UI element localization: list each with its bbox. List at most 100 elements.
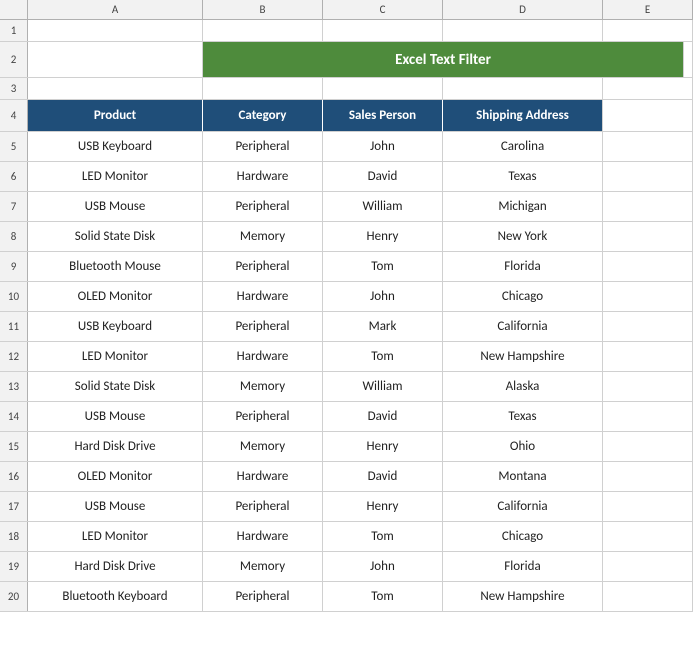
row-16-product[interactable]: OLED Monitor — [28, 462, 203, 491]
row-19-category[interactable]: Memory — [203, 552, 323, 581]
row-15-salesperson[interactable]: Henry — [323, 432, 443, 461]
row-17-salesperson[interactable]: Henry — [323, 492, 443, 521]
col-f-header[interactable]: E — [603, 0, 693, 19]
row-6-product[interactable]: LED Monitor — [28, 162, 203, 191]
row-18-extra[interactable] — [603, 522, 693, 551]
row-3-d[interactable] — [323, 78, 443, 99]
row-7-salesperson[interactable]: William — [323, 192, 443, 221]
row-5-product[interactable]: USB Keyboard — [28, 132, 203, 161]
row-13-extra[interactable] — [603, 372, 693, 401]
row-17-extra[interactable] — [603, 492, 693, 521]
row-5-extra[interactable] — [603, 132, 693, 161]
row-14-product[interactable]: USB Mouse — [28, 402, 203, 431]
row-8-shipping[interactable]: New York — [443, 222, 603, 251]
row-15-category[interactable]: Memory — [203, 432, 323, 461]
title-cell[interactable]: Excel Text Filter — [203, 42, 684, 77]
row-19-product[interactable]: Hard Disk Drive — [28, 552, 203, 581]
row-13-shipping[interactable]: Alaska — [443, 372, 603, 401]
header-salesperson[interactable]: Sales Person — [323, 100, 443, 131]
row-7-shipping[interactable]: Michigan — [443, 192, 603, 221]
row-10-category[interactable]: Hardware — [203, 282, 323, 311]
row-9-extra[interactable] — [603, 252, 693, 281]
row-18-product[interactable]: LED Monitor — [28, 522, 203, 551]
row-13-product[interactable]: Solid State Disk — [28, 372, 203, 401]
col-e-header[interactable]: D — [443, 0, 603, 19]
row-12-category[interactable]: Hardware — [203, 342, 323, 371]
header-category[interactable]: Category — [203, 100, 323, 131]
row-18-salesperson[interactable]: Tom — [323, 522, 443, 551]
header-product[interactable]: Product — [28, 100, 203, 131]
row-20-product[interactable]: Bluetooth Keyboard — [28, 582, 203, 611]
row-1-c[interactable] — [203, 20, 323, 41]
row-11-extra[interactable] — [603, 312, 693, 341]
row-9-product[interactable]: Bluetooth Mouse — [28, 252, 203, 281]
row-17-category[interactable]: Peripheral — [203, 492, 323, 521]
row-5-salesperson[interactable]: John — [323, 132, 443, 161]
header-shipping[interactable]: Shipping Address — [443, 100, 603, 131]
row-10-shipping[interactable]: Chicago — [443, 282, 603, 311]
row-4-f[interactable] — [603, 100, 693, 131]
row-9-salesperson[interactable]: Tom — [323, 252, 443, 281]
row-10-extra[interactable] — [603, 282, 693, 311]
row-8-extra[interactable] — [603, 222, 693, 251]
row-8-salesperson[interactable]: Henry — [323, 222, 443, 251]
row-14-salesperson[interactable]: David — [323, 402, 443, 431]
row-20-category[interactable]: Peripheral — [203, 582, 323, 611]
row-17-product[interactable]: USB Mouse — [28, 492, 203, 521]
col-b-header[interactable]: A — [28, 0, 203, 19]
col-d-header[interactable]: C — [323, 0, 443, 19]
row-12-salesperson[interactable]: Tom — [323, 342, 443, 371]
row-6-shipping[interactable]: Texas — [443, 162, 603, 191]
row-8-product[interactable]: Solid State Disk — [28, 222, 203, 251]
row-18-category[interactable]: Hardware — [203, 522, 323, 551]
row-7-category[interactable]: Peripheral — [203, 192, 323, 221]
row-14-extra[interactable] — [603, 402, 693, 431]
row-11-salesperson[interactable]: Mark — [323, 312, 443, 341]
row-13-category[interactable]: Memory — [203, 372, 323, 401]
row-15-shipping[interactable]: Ohio — [443, 432, 603, 461]
row-5-shipping[interactable]: Carolina — [443, 132, 603, 161]
row-11-shipping[interactable]: California — [443, 312, 603, 341]
row-20-salesperson[interactable]: Tom — [323, 582, 443, 611]
row-17-shipping[interactable]: California — [443, 492, 603, 521]
col-c-header[interactable]: B — [203, 0, 323, 19]
row-16-extra[interactable] — [603, 462, 693, 491]
row-6-extra[interactable] — [603, 162, 693, 191]
row-6-category[interactable]: Hardware — [203, 162, 323, 191]
row-1-d[interactable] — [323, 20, 443, 41]
row-15-extra[interactable] — [603, 432, 693, 461]
row-12-extra[interactable] — [603, 342, 693, 371]
row-11-product[interactable]: USB Keyboard — [28, 312, 203, 341]
row-16-shipping[interactable]: Montana — [443, 462, 603, 491]
row-14-shipping[interactable]: Texas — [443, 402, 603, 431]
row-2-a[interactable] — [28, 42, 203, 77]
row-19-shipping[interactable]: Florida — [443, 552, 603, 581]
row-8-category[interactable]: Memory — [203, 222, 323, 251]
row-20-extra[interactable] — [603, 582, 693, 611]
row-11-category[interactable]: Peripheral — [203, 312, 323, 341]
row-18-shipping[interactable]: Chicago — [443, 522, 603, 551]
row-7-product[interactable]: USB Mouse — [28, 192, 203, 221]
row-19-extra[interactable] — [603, 552, 693, 581]
row-10-salesperson[interactable]: John — [323, 282, 443, 311]
row-7-extra[interactable] — [603, 192, 693, 221]
row-6-salesperson[interactable]: David — [323, 162, 443, 191]
row-3-f[interactable] — [603, 78, 693, 99]
row-2-f[interactable] — [684, 42, 693, 77]
row-16-salesperson[interactable]: David — [323, 462, 443, 491]
row-3-b[interactable] — [28, 78, 203, 99]
row-3-e[interactable] — [443, 78, 603, 99]
row-9-category[interactable]: Peripheral — [203, 252, 323, 281]
row-5-category[interactable]: Peripheral — [203, 132, 323, 161]
row-15-product[interactable]: Hard Disk Drive — [28, 432, 203, 461]
row-10-product[interactable]: OLED Monitor — [28, 282, 203, 311]
row-13-salesperson[interactable]: William — [323, 372, 443, 401]
row-16-category[interactable]: Hardware — [203, 462, 323, 491]
row-14-category[interactable]: Peripheral — [203, 402, 323, 431]
row-12-product[interactable]: LED Monitor — [28, 342, 203, 371]
row-9-shipping[interactable]: Florida — [443, 252, 603, 281]
row-12-shipping[interactable]: New Hampshire — [443, 342, 603, 371]
row-1-f[interactable] — [603, 20, 693, 41]
row-1-e[interactable] — [443, 20, 603, 41]
row-19-salesperson[interactable]: John — [323, 552, 443, 581]
